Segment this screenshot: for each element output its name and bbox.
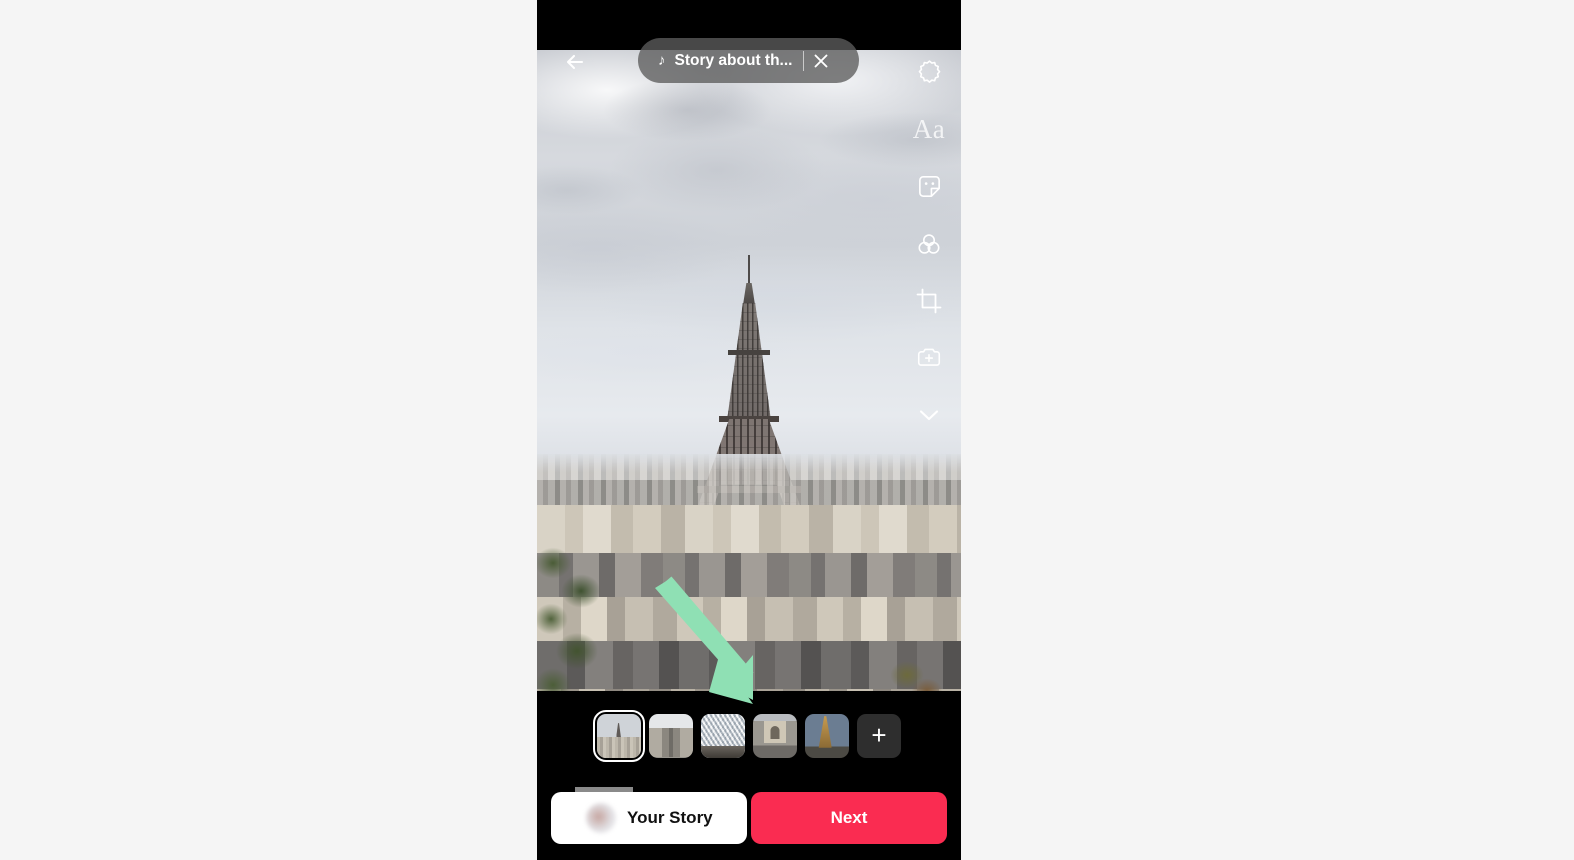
story-photo-canvas[interactable]	[537, 50, 961, 691]
thumbnail-image	[805, 713, 849, 758]
paris-rooftops	[537, 505, 961, 691]
sticker-button[interactable]	[905, 158, 953, 215]
sun-icon	[918, 60, 940, 83]
close-x-icon	[815, 54, 828, 67]
text-tool-button[interactable]: Aa	[905, 101, 953, 158]
top-bar: ♪ Story about th...	[537, 38, 961, 86]
chevron-down-icon	[919, 409, 939, 420]
thumbnail-4[interactable]	[753, 713, 797, 758]
phone-frame: ♪ Story about th... Aa + Your Story Next	[537, 0, 961, 860]
back-arrow-icon	[566, 54, 584, 70]
filters-circles-icon	[918, 233, 940, 254]
add-media-button[interactable]: +	[857, 713, 901, 758]
street-trees-left	[537, 543, 609, 691]
crop-button[interactable]	[905, 272, 953, 329]
thumbnail-image	[701, 713, 745, 758]
music-track-pill[interactable]: ♪ Story about th...	[638, 38, 859, 83]
thumbnail-1[interactable]	[593, 709, 645, 762]
street-tree-right	[885, 655, 943, 691]
music-note-icon: ♪	[658, 52, 666, 69]
eiffel-second-deck	[728, 350, 770, 355]
brightness-button[interactable]	[905, 44, 953, 101]
filters-button[interactable]	[905, 215, 953, 272]
thumbnail-3[interactable]	[701, 713, 745, 758]
text-aa-icon: Aa	[912, 114, 946, 144]
sticker-icon	[918, 176, 940, 197]
music-remove-button[interactable]	[804, 38, 838, 83]
thumbnail-2[interactable]	[649, 713, 693, 758]
your-story-button[interactable]: Your Story	[551, 792, 747, 844]
your-story-label: Your Story	[627, 808, 713, 827]
editor-toolbar: Aa	[905, 44, 953, 443]
add-photo-button[interactable]	[905, 329, 953, 386]
add-photo-icon	[917, 348, 941, 366]
thumbnail-5[interactable]	[805, 713, 849, 758]
thumbnail-image	[753, 713, 797, 758]
bottom-action-bar: Your Story Next	[537, 792, 961, 854]
screen: ♪ Story about th... Aa + Your Story Next	[0, 0, 1574, 860]
thumbnail-image	[597, 713, 641, 758]
collapse-toolbar-button[interactable]	[905, 386, 953, 443]
photo-thumbnail-strip: +	[537, 691, 961, 780]
next-button[interactable]: Next	[751, 792, 947, 844]
music-track-title: Story about th...	[674, 51, 793, 69]
thumbnail-image	[649, 713, 693, 758]
crop-icon	[916, 288, 942, 313]
next-label: Next	[830, 808, 868, 827]
back-button[interactable]	[559, 46, 591, 78]
avatar	[586, 803, 616, 833]
